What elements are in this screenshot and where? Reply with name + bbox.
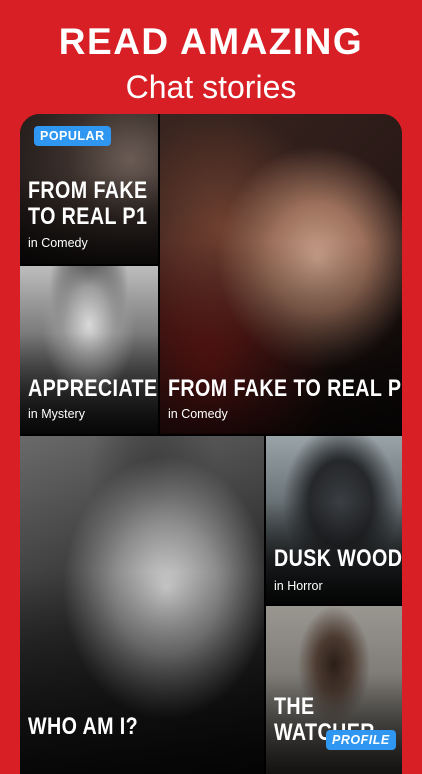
story-title: WHO AM I? [28, 713, 139, 740]
story-genre: in Horror [274, 579, 323, 593]
headline: READ AMAZING [58, 21, 364, 62]
story-card-appreciate[interactable]: APPRECIATE in Mystery [20, 266, 158, 434]
story-genre: in Comedy [28, 236, 88, 250]
subhead: Chat stories [125, 69, 297, 105]
story-title-line: FROM FAKE [28, 177, 148, 204]
popular-badge: POPULAR [34, 126, 111, 146]
profile-badge[interactable]: PROFILE [326, 730, 396, 750]
story-card-who-am-i[interactable]: WHO AM I? [20, 436, 264, 774]
story-card-from-fake-to-real-p2[interactable]: FROM FAKE TO REAL P2 in Comedy [160, 114, 402, 434]
story-card-dusk-wood[interactable]: DUSK WOOD in Horror [266, 436, 402, 604]
story-title: FROM FAKE TO REAL P2 [168, 375, 402, 402]
story-card-the-watcher[interactable]: THE WATCHER PROFILE [266, 606, 402, 774]
story-genre: in Mystery [28, 407, 85, 421]
story-title: FROM FAKE TO REAL P1 [28, 178, 148, 230]
story-title: APPRECIATE [28, 375, 158, 402]
story-card-from-fake-to-real-p1[interactable]: POPULAR FROM FAKE TO REAL P1 in Comedy [20, 114, 158, 264]
story-genre: in Comedy [168, 407, 228, 421]
story-title-line: THE [274, 693, 315, 720]
story-title: DUSK WOOD [274, 545, 402, 572]
app-screen: POPULAR FROM FAKE TO REAL P1 in Comedy F… [20, 114, 402, 774]
story-title-line: TO REAL P1 [28, 203, 148, 230]
